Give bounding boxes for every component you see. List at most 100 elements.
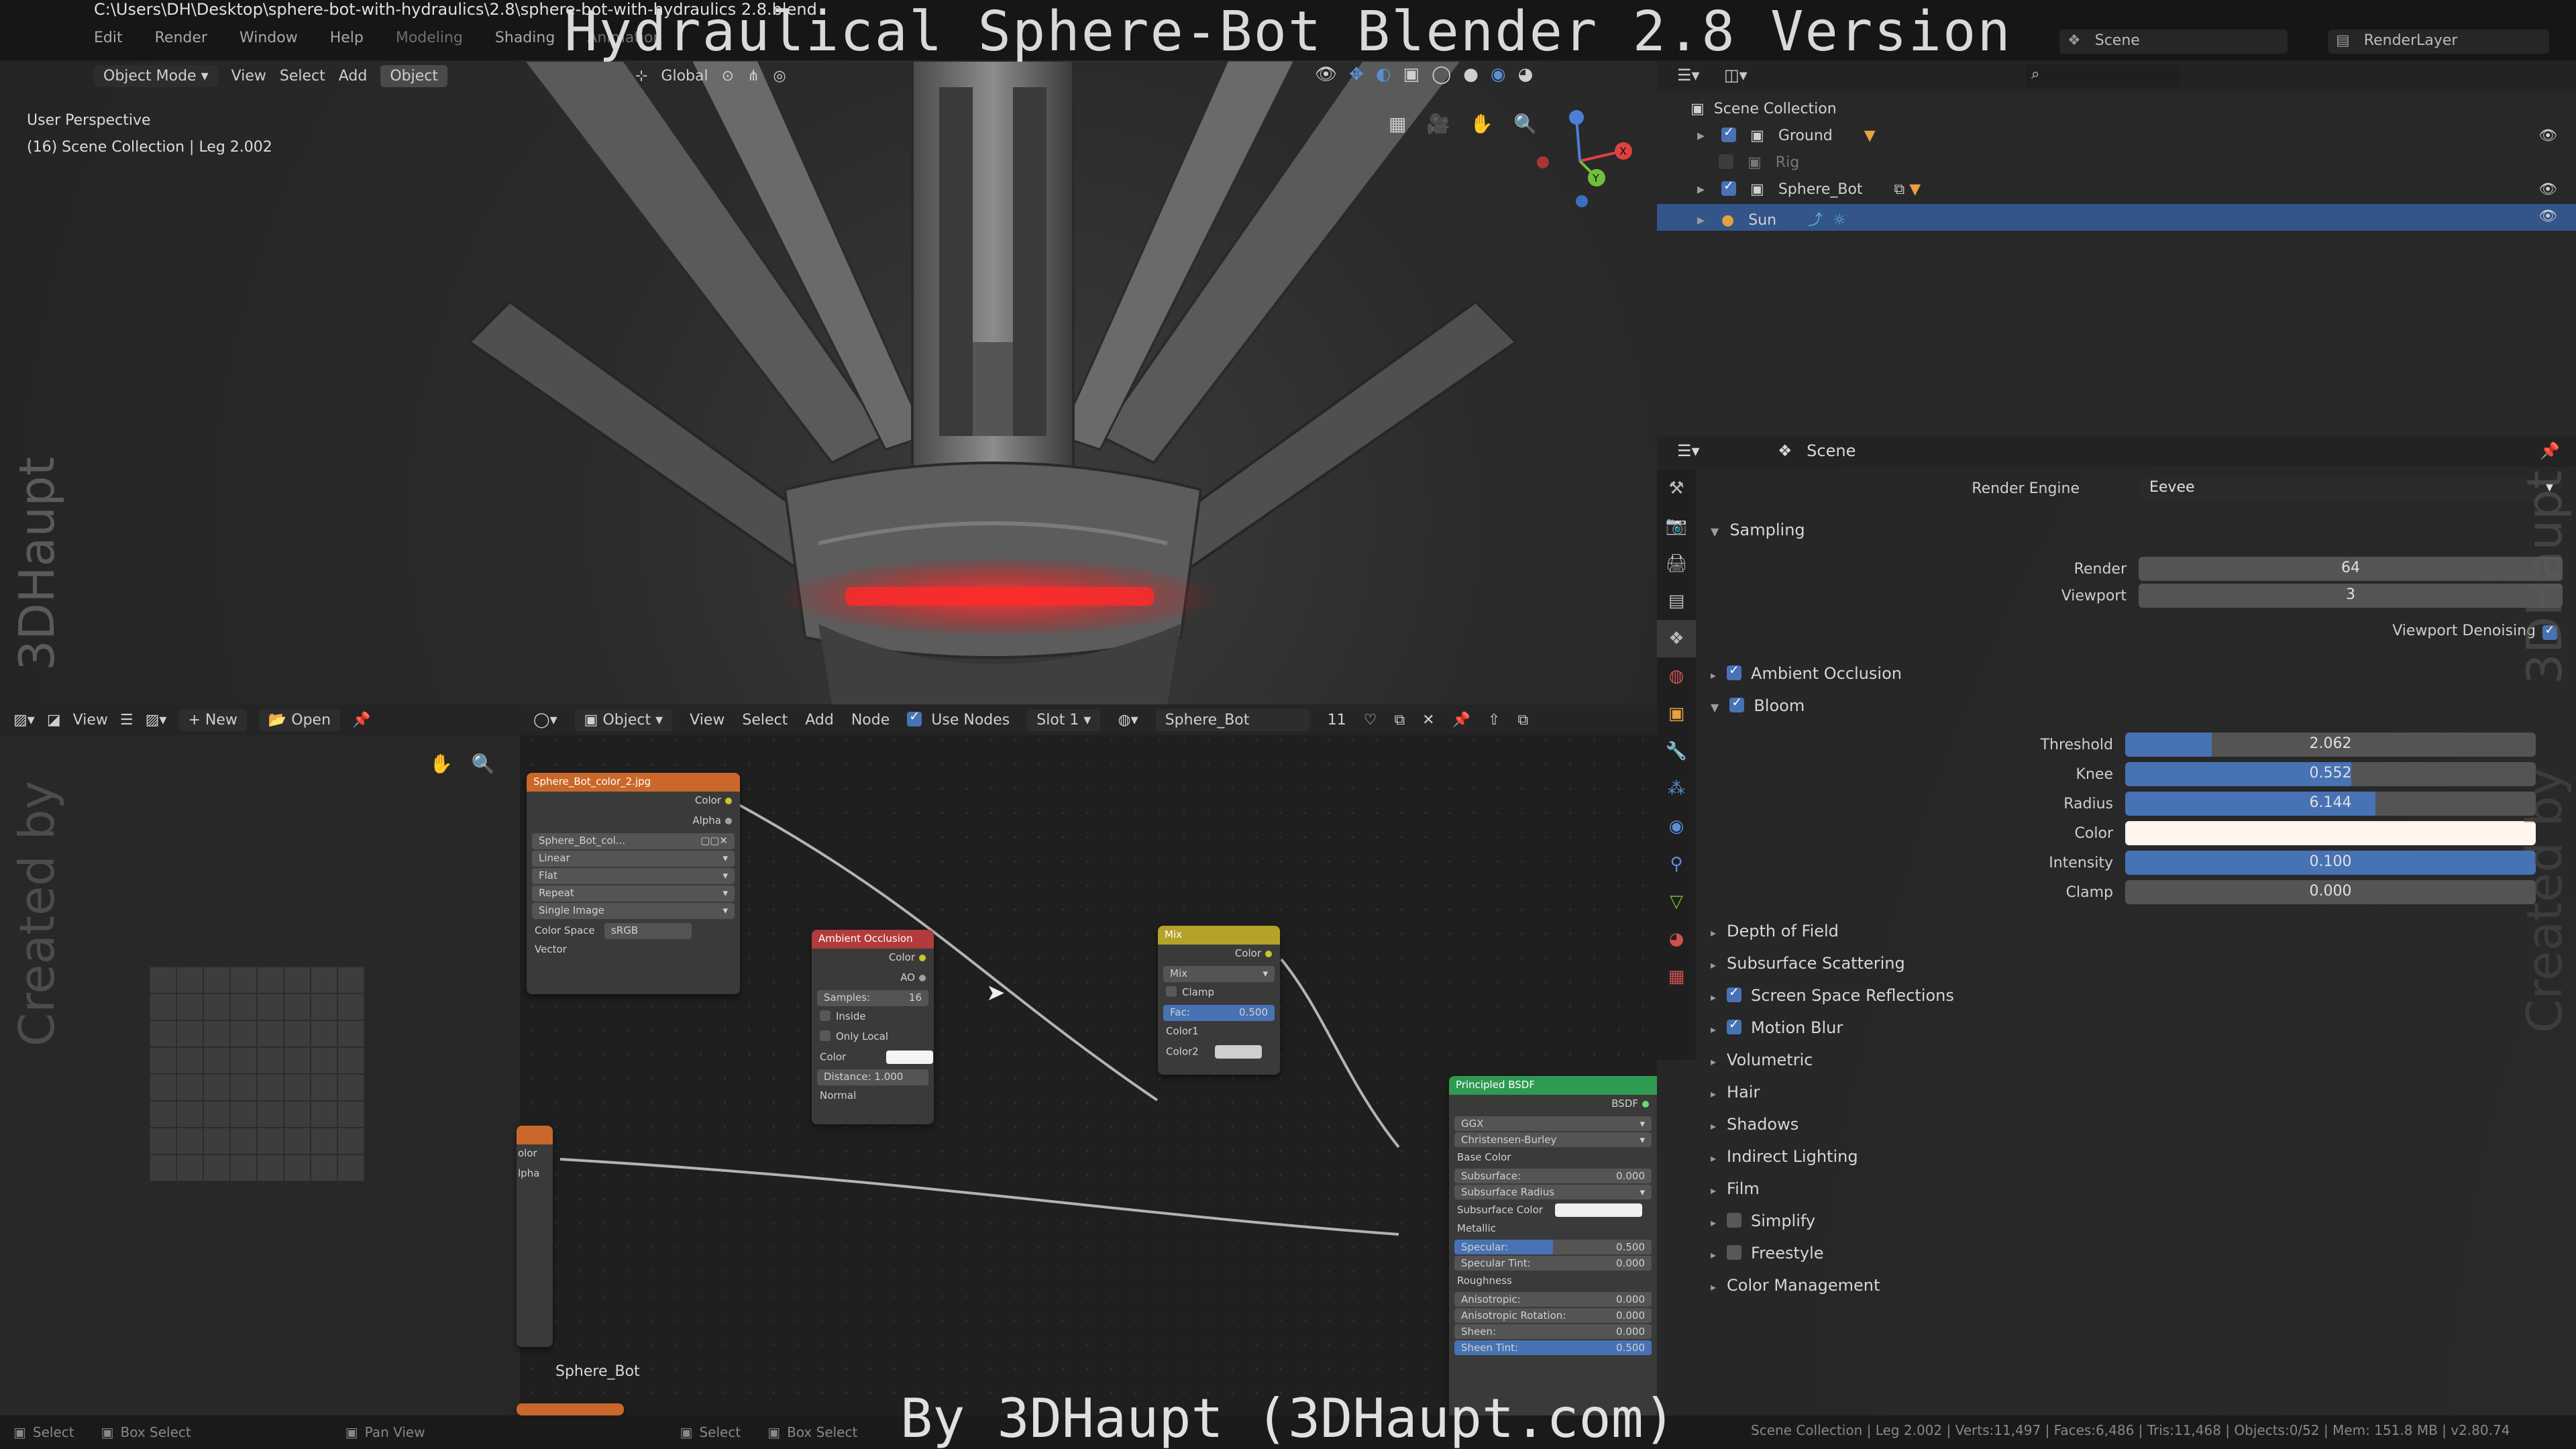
socket-icon[interactable] <box>919 974 926 981</box>
material-name-field[interactable]: Sphere_Bot <box>1155 708 1310 731</box>
subsurface-method-dropdown[interactable]: Christensen-Burley ▾ <box>1454 1132 1652 1147</box>
exclude-checkbox[interactable] <box>1721 178 1737 196</box>
visibility-icon[interactable]: 👁 <box>1315 64 1337 85</box>
color-swatch[interactable] <box>1554 1203 1642 1217</box>
socket-icon[interactable] <box>1265 950 1272 957</box>
editor-type-icon[interactable]: ☰▾ <box>1677 441 1700 460</box>
bloom-intensity-field[interactable]: 0.100 <box>2125 851 2536 875</box>
pan-hand-icon[interactable]: ✋ <box>1470 113 1493 135</box>
ambient-occlusion-checkbox[interactable] <box>1727 663 1742 680</box>
section-hair[interactable]: ▸ Hair <box>1711 1083 1760 1102</box>
image-datablock-field[interactable]: Sphere_Bot_col... ▢▢✕ <box>532 833 735 849</box>
render-tab-icon[interactable]: 📷 <box>1657 507 1696 545</box>
socket-icon[interactable] <box>725 817 732 824</box>
section-subsurface-scattering[interactable]: ▸ Subsurface Scattering <box>1711 954 1905 973</box>
bloom-knee-field[interactable]: 0.552 <box>2125 762 2536 786</box>
color-space-dropdown[interactable]: sRGB <box>604 923 692 939</box>
fac-slider[interactable]: Fac: 0.500 <box>1163 1005 1275 1021</box>
render-engine-dropdown[interactable]: Eevee ▾ <box>2139 476 2563 500</box>
use-nodes-toggle[interactable]: Use Nodes <box>907 709 1010 729</box>
blend-mode-dropdown[interactable]: Mix ▾ <box>1163 966 1275 982</box>
modifier-tab-icon[interactable]: 🔧 <box>1657 733 1696 770</box>
tool-tab-icon[interactable]: ⚒ <box>1657 470 1696 507</box>
open-image-button[interactable]: 📂 Open <box>258 708 341 731</box>
view-layer-tab-icon[interactable]: ▤ <box>1657 582 1696 620</box>
exclude-checkbox[interactable] <box>1721 125 1737 142</box>
node-menu-add[interactable]: Add <box>805 712 834 729</box>
section-film[interactable]: ▸ Film <box>1711 1179 1760 1198</box>
mix-node[interactable]: Mix Color Mix ▾ Clamp Fac: 0.500 Color1 Co… <box>1158 926 1280 1075</box>
duplicate-material-icon[interactable]: ⧉ <box>1394 712 1405 729</box>
pivot-icon[interactable]: ⊙ <box>722 68 734 85</box>
eye-icon[interactable]: 👁 <box>2538 181 2557 198</box>
viewport-menu-object[interactable]: Object <box>380 64 447 87</box>
snap-icon[interactable]: ⋔ <box>747 68 759 85</box>
socket-icon[interactable] <box>1642 1100 1649 1108</box>
section-sampling[interactable]: ▼ Sampling <box>1711 521 1805 539</box>
section-checkbox[interactable] <box>1727 1213 1742 1228</box>
bsdf-anisotropic-field[interactable]: Anisotropic: 0.000 <box>1454 1292 1652 1307</box>
physics-tab-icon[interactable]: ◉ <box>1657 808 1696 845</box>
rendered-shading-icon[interactable]: ◕ <box>1518 64 1534 85</box>
viewport-menu-view[interactable]: View <box>231 68 266 85</box>
material-users-count[interactable]: 11 <box>1328 712 1346 729</box>
color-swatch[interactable] <box>886 1051 934 1064</box>
display-mode-icon[interactable]: ◫▾ <box>1724 66 1748 85</box>
bloom-threshold-field[interactable]: 2.062 <box>2125 733 2536 757</box>
section-shadows[interactable]: ▸ Shadows <box>1711 1115 1799 1134</box>
render-samples-field[interactable]: 64 <box>2139 557 2563 581</box>
section-indirect-lighting[interactable]: ▸ Indirect Lighting <box>1711 1147 1858 1166</box>
samples-field[interactable]: Samples: 16 <box>817 990 928 1006</box>
view-mode-icon[interactable]: ◪ <box>47 712 61 729</box>
image-texture-node[interactable]: Sphere_Bot_color_2.jpg Color Alpha Spher… <box>527 773 740 994</box>
orientation-selector[interactable]: Global <box>661 68 708 85</box>
section-depth-of-field[interactable]: ▸ Depth of Field <box>1711 922 1839 941</box>
camera-icon[interactable]: 🎥 <box>1426 113 1450 135</box>
material-tab-icon[interactable]: ◕ <box>1657 920 1696 958</box>
particles-tab-icon[interactable]: ⁂ <box>1657 770 1696 808</box>
grid-view-icon[interactable]: ▦ <box>1389 113 1406 135</box>
gizmo-toggle-icon[interactable]: ✥ <box>1349 64 1364 85</box>
node-menu-select[interactable]: Select <box>742 712 788 729</box>
bsdf-anisotropic-rotation-field[interactable]: Anisotropic Rotation: 0.000 <box>1454 1308 1652 1323</box>
data-tab-icon[interactable]: ▽ <box>1657 883 1696 920</box>
outliner-search-input[interactable]: ⌕ <box>2026 64 2180 87</box>
section-freestyle[interactable]: ▸ Freestyle <box>1711 1244 1824 1263</box>
eye-icon[interactable]: 👁 <box>2538 208 2557 225</box>
only-local-checkbox[interactable]: Only Local <box>812 1028 934 1048</box>
slot-selector[interactable]: Slot 1 ▾ <box>1027 708 1101 731</box>
bloom-radius-field[interactable]: 6.144 <box>2125 792 2536 816</box>
eye-icon[interactable]: 👁 <box>2538 127 2557 144</box>
pin-icon[interactable]: 📌 <box>1452 712 1470 729</box>
new-image-button[interactable]: + New <box>178 708 247 731</box>
bsdf-sheen-field[interactable]: Sheen: 0.000 <box>1454 1324 1652 1339</box>
bloom-color-field[interactable] <box>2125 821 2536 845</box>
use-nodes-checkbox[interactable] <box>907 709 922 727</box>
bsdf-subsurface-radius[interactable]: Subsurface Radius ▾ <box>1454 1185 1652 1199</box>
outliner-item-sphere-bot[interactable]: ▸ ▣ Sphere_Bot ⧉ ▼ 👁 <box>1657 177 2576 204</box>
inside-checkbox[interactable]: Inside <box>812 1008 934 1028</box>
pin-icon[interactable]: 📌 <box>352 712 370 729</box>
viewport-menu-select[interactable]: Select <box>280 68 325 85</box>
outliner-item-rig[interactable]: ▣ Rig <box>1657 150 2576 177</box>
section-color-management[interactable]: ▸ Color Management <box>1711 1276 1880 1295</box>
extension-dropdown[interactable]: Repeat ▾ <box>532 885 735 902</box>
proportional-edit-icon[interactable]: ◎ <box>773 68 786 85</box>
snap-node-icon[interactable]: ⧉ <box>1517 712 1528 729</box>
zoom-icon[interactable]: 🔍 <box>472 753 495 775</box>
fake-user-icon[interactable]: ♡ <box>1364 712 1377 729</box>
overlay-icon[interactable]: ◐ <box>1376 64 1391 85</box>
pan-hand-icon[interactable]: ✋ <box>429 753 453 775</box>
distribution-dropdown[interactable]: GGX ▾ <box>1454 1116 1652 1131</box>
unlink-material-icon[interactable]: ✕ <box>1422 712 1434 729</box>
bsdf-subsurface-field[interactable]: Subsurface: 0.000 <box>1454 1169 1652 1183</box>
projection-dropdown[interactable]: Flat ▾ <box>532 868 735 884</box>
section-checkbox[interactable] <box>1727 1245 1742 1260</box>
bsdf-specular-tint-field[interactable]: Specular Tint: 0.000 <box>1454 1256 1652 1271</box>
bloom-clamp-field[interactable]: 0.000 <box>2125 880 2536 904</box>
bsdf-sheen-tint-field[interactable]: Sheen Tint: 0.500 <box>1454 1340 1652 1355</box>
source-dropdown[interactable]: Single Image ▾ <box>532 903 735 919</box>
socket-icon[interactable] <box>919 954 926 961</box>
distance-field[interactable]: Distance: 1.000 <box>817 1069 928 1085</box>
material-browse-icon[interactable]: ◍▾ <box>1118 712 1138 729</box>
